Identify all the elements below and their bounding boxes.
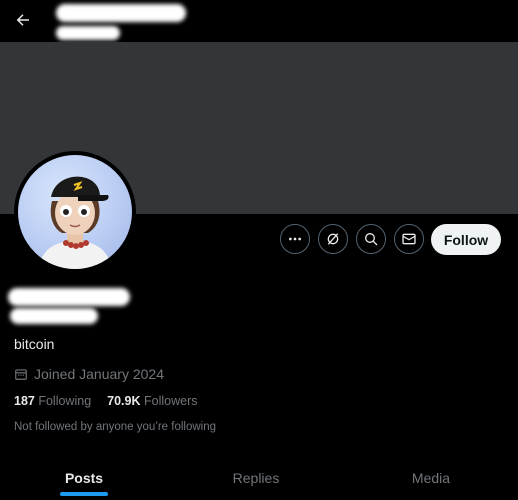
tab-media-label: Media	[411, 470, 451, 486]
mutual-followers-note: Not followed by anyone you’re following	[14, 421, 217, 433]
active-tab-indicator	[60, 492, 108, 496]
followers-link[interactable]: 70.9K Followers	[107, 394, 197, 408]
back-button[interactable]	[8, 5, 38, 35]
redacted-display-name	[56, 4, 186, 22]
search-button[interactable]	[356, 224, 386, 254]
message-button[interactable]	[394, 224, 424, 254]
grok-button[interactable]	[318, 224, 348, 254]
following-label: Following	[38, 394, 92, 408]
more-button[interactable]	[280, 224, 310, 254]
tab-posts[interactable]: Posts	[0, 456, 168, 500]
avatar-image	[18, 155, 132, 269]
joined-date: Joined January 2024	[14, 366, 164, 382]
calendar-icon	[14, 367, 28, 381]
redacted-profile-name	[8, 288, 130, 306]
search-icon	[365, 233, 378, 246]
profile-avatar[interactable]	[14, 151, 136, 273]
follow-stats: 187 Following 70.9K Followers	[14, 394, 198, 408]
followers-count: 70.9K	[107, 394, 141, 408]
arrow-left-icon	[16, 14, 29, 26]
following-link[interactable]: 187 Following	[14, 394, 91, 408]
redacted-profile-handle	[10, 308, 98, 324]
tab-replies[interactable]: Replies	[168, 456, 344, 500]
following-count: 187	[14, 394, 35, 408]
tab-replies-label: Replies	[232, 470, 280, 486]
follow-button[interactable]: Follow	[431, 224, 501, 255]
grok-icon	[327, 233, 339, 245]
profile-tabs: Posts Replies Media	[0, 456, 518, 500]
more-icon	[289, 237, 301, 241]
tab-media[interactable]: Media	[344, 456, 518, 500]
mail-icon	[402, 233, 416, 245]
tab-posts-label: Posts	[64, 470, 104, 486]
followers-label: Followers	[144, 394, 198, 408]
joined-text: Joined January 2024	[34, 366, 164, 382]
profile-bio: bitcoin	[14, 336, 55, 352]
redacted-post-count	[56, 26, 120, 40]
top-bar	[0, 0, 518, 42]
